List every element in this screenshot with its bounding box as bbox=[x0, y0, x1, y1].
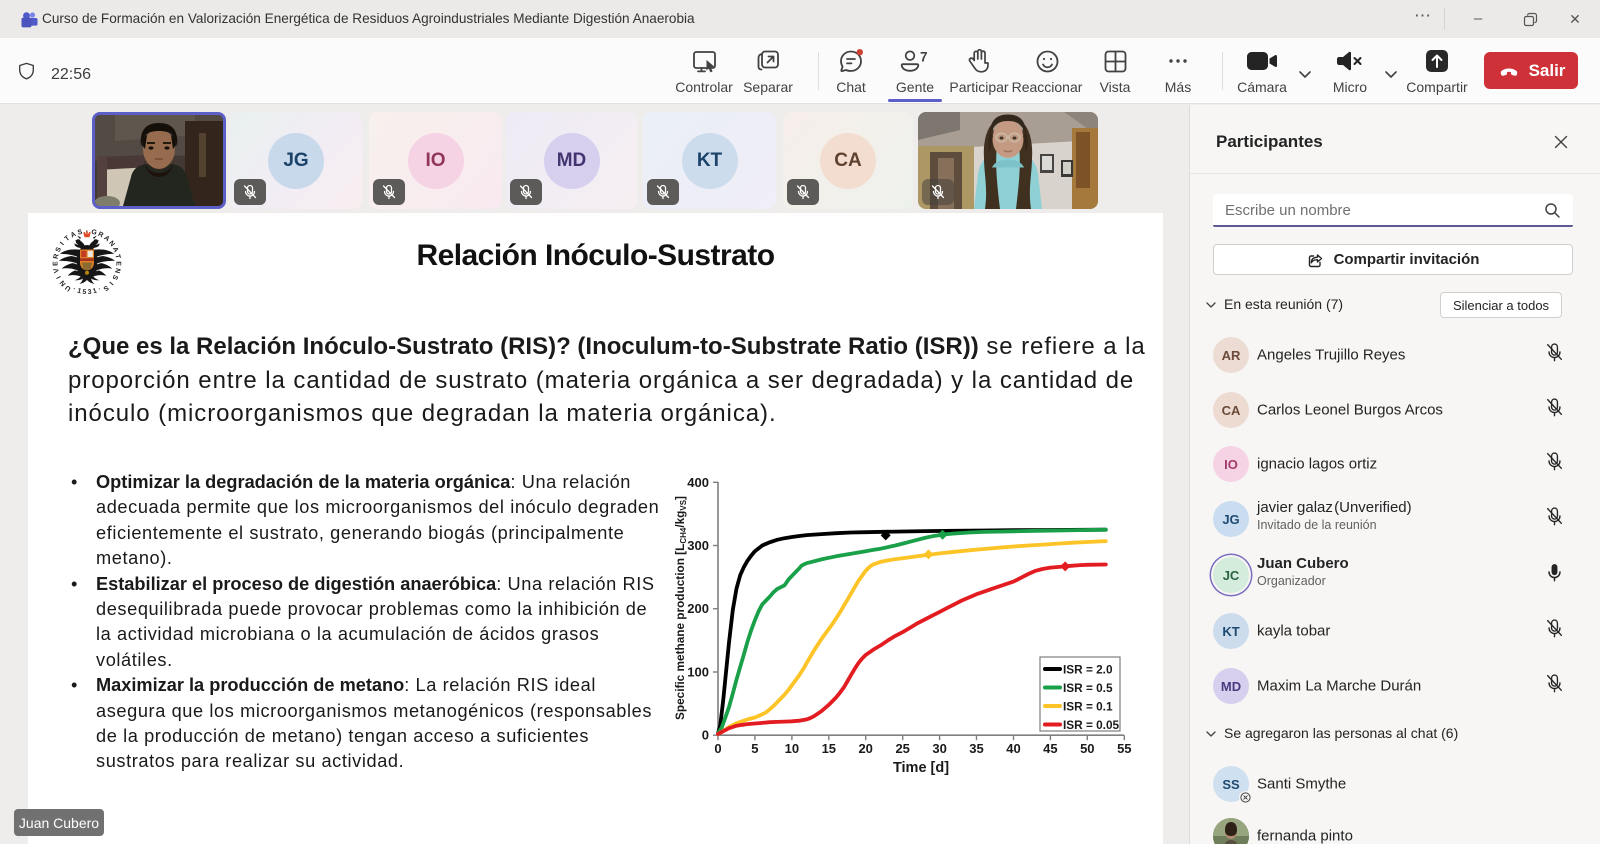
svg-text:200: 200 bbox=[687, 601, 709, 616]
svg-text:400: 400 bbox=[687, 475, 709, 490]
svg-text:15: 15 bbox=[822, 741, 836, 756]
svg-text:100: 100 bbox=[687, 665, 709, 680]
svg-text:S: S bbox=[101, 284, 109, 293]
svg-text:300: 300 bbox=[687, 538, 709, 553]
svg-text:35: 35 bbox=[969, 741, 983, 756]
svg-text:·: · bbox=[97, 286, 102, 293]
svg-text:I: I bbox=[107, 280, 114, 286]
svg-text:ISR = 2.0: ISR = 2.0 bbox=[1063, 663, 1113, 677]
svg-text:0: 0 bbox=[714, 741, 721, 756]
svg-text:3: 3 bbox=[87, 289, 92, 296]
svg-text:55: 55 bbox=[1117, 741, 1131, 756]
svg-text:7: 7 bbox=[920, 50, 928, 65]
svg-text:25: 25 bbox=[895, 741, 909, 756]
svg-text:5: 5 bbox=[82, 289, 87, 296]
svg-text:S: S bbox=[110, 273, 119, 281]
svg-text:10: 10 bbox=[785, 741, 799, 756]
svg-text:Time [d]: Time [d] bbox=[893, 760, 949, 776]
svg-text:ISR = 0.5: ISR = 0.5 bbox=[1063, 681, 1113, 695]
svg-text:1: 1 bbox=[92, 288, 98, 296]
svg-text:ISR = 0.1: ISR = 0.1 bbox=[1063, 700, 1113, 714]
svg-text:30: 30 bbox=[932, 741, 946, 756]
svg-text:I: I bbox=[56, 275, 63, 280]
svg-text:N: N bbox=[59, 279, 68, 287]
svg-text:45: 45 bbox=[1043, 741, 1057, 756]
svg-text:20: 20 bbox=[858, 741, 872, 756]
svg-text:ISR = 0.05: ISR = 0.05 bbox=[1063, 718, 1120, 732]
svg-text:1: 1 bbox=[76, 288, 82, 296]
svg-text:S: S bbox=[77, 229, 83, 237]
svg-text:G: G bbox=[91, 229, 98, 237]
svg-text:50: 50 bbox=[1080, 741, 1094, 756]
svg-text:Specific methane production [L: Specific methane production [LCH4/kgVS] bbox=[673, 496, 688, 720]
svg-text:5: 5 bbox=[751, 741, 758, 756]
svg-text:0: 0 bbox=[702, 728, 709, 743]
svg-text:40: 40 bbox=[1006, 741, 1020, 756]
